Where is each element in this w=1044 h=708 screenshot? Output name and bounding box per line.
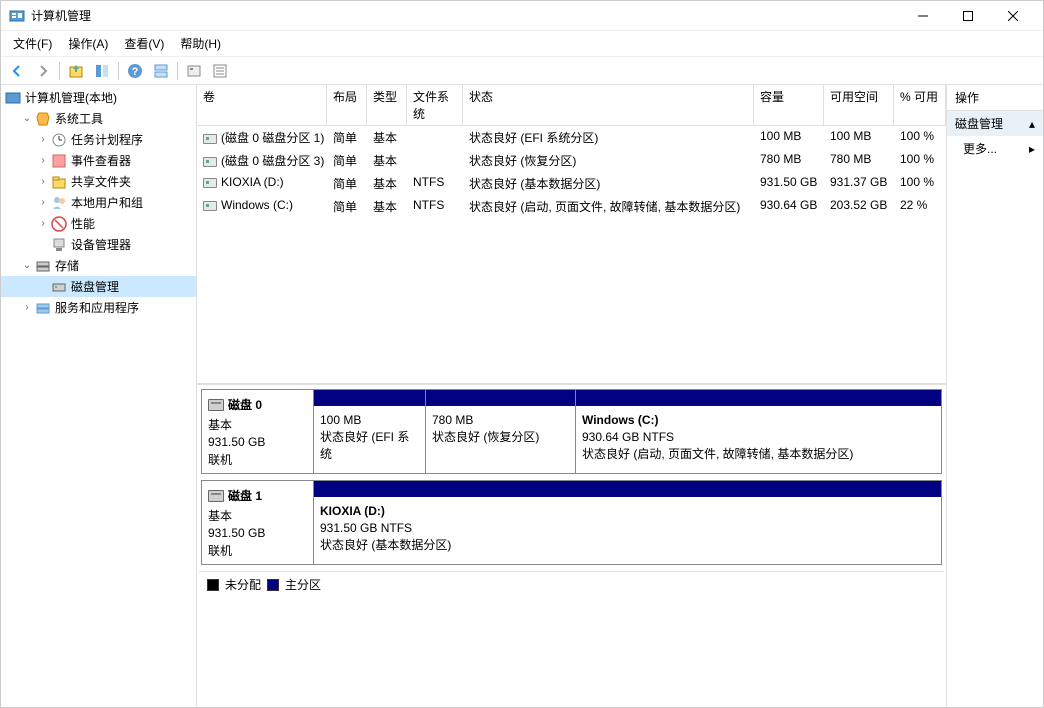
menu-help[interactable]: 帮助(H) xyxy=(172,31,229,56)
volume-row[interactable]: (磁盘 0 磁盘分区 1)简单基本状态良好 (EFI 系统分区)100 MB10… xyxy=(197,126,946,149)
disk-info[interactable]: 磁盘 0基本931.50 GB联机 xyxy=(202,390,314,473)
layout-button[interactable] xyxy=(149,59,173,83)
disk-block: 磁盘 0基本931.50 GB联机100 MB状态良好 (EFI 系统780 M… xyxy=(201,389,942,474)
chevron-right-icon[interactable]: › xyxy=(35,218,51,229)
disk-info[interactable]: 磁盘 1基本931.50 GB联机 xyxy=(202,481,314,564)
main-pane: 卷 布局 类型 文件系统 状态 容量 可用空间 % 可用 (磁盘 0 磁盘分区 … xyxy=(197,85,947,707)
tree-local-users[interactable]: › 本地用户和组 xyxy=(1,192,196,213)
tree-storage[interactable]: ⌄ 存储 xyxy=(1,255,196,276)
partition[interactable]: 100 MB状态良好 (EFI 系统 xyxy=(314,390,426,473)
tree-performance[interactable]: › 性能 xyxy=(1,213,196,234)
chevron-right-icon[interactable]: › xyxy=(35,176,51,187)
menu-view[interactable]: 查看(V) xyxy=(116,31,172,56)
action-more[interactable]: 更多... ▸ xyxy=(947,136,1043,161)
up-button[interactable] xyxy=(64,59,88,83)
disk-icon xyxy=(208,399,224,411)
tree-device-manager[interactable]: 设备管理器 xyxy=(1,234,196,255)
action-group-disk-management[interactable]: 磁盘管理 ▴ xyxy=(947,111,1043,136)
tree-label: 计算机管理(本地) xyxy=(25,89,117,106)
tree-label: 服务和应用程序 xyxy=(55,299,139,316)
col-filesystem[interactable]: 文件系统 xyxy=(407,85,463,125)
volume-row[interactable]: Windows (C:)简单基本NTFS状态良好 (启动, 页面文件, 故障转储… xyxy=(197,195,946,218)
col-type[interactable]: 类型 xyxy=(367,85,407,125)
volume-list-header: 卷 布局 类型 文件系统 状态 容量 可用空间 % 可用 xyxy=(197,85,946,126)
tree-shared-folders[interactable]: › 共享文件夹 xyxy=(1,171,196,192)
volume-list: 卷 布局 类型 文件系统 状态 容量 可用空间 % 可用 (磁盘 0 磁盘分区 … xyxy=(197,85,946,385)
tree-label: 事件查看器 xyxy=(71,152,131,169)
menu-action[interactable]: 操作(A) xyxy=(60,31,116,56)
back-button[interactable] xyxy=(5,59,29,83)
volume-row[interactable]: (磁盘 0 磁盘分区 3)简单基本状态良好 (恢复分区)780 MB780 MB… xyxy=(197,149,946,172)
legend-primary: 主分区 xyxy=(285,576,321,593)
volume-row[interactable]: KIOXIA (D:)简单基本NTFS状态良好 (基本数据分区)931.50 G… xyxy=(197,172,946,195)
tree-services[interactable]: › 服务和应用程序 xyxy=(1,297,196,318)
action-pane: 操作 磁盘管理 ▴ 更多... ▸ xyxy=(947,85,1043,707)
legend: 未分配 主分区 xyxy=(199,571,944,597)
titlebar: 计算机管理 xyxy=(1,1,1043,31)
settings-button[interactable] xyxy=(182,59,206,83)
chevron-right-icon[interactable]: › xyxy=(19,302,35,313)
tree-label: 磁盘管理 xyxy=(71,278,119,295)
tree-event-viewer[interactable]: › 事件查看器 xyxy=(1,150,196,171)
tree-label: 系统工具 xyxy=(55,110,103,127)
help-button[interactable]: ? xyxy=(123,59,147,83)
close-button[interactable] xyxy=(990,1,1035,31)
col-capacity[interactable]: 容量 xyxy=(754,85,824,125)
partition[interactable]: KIOXIA (D:)931.50 GB NTFS状态良好 (基本数据分区) xyxy=(314,481,941,564)
disk-block: 磁盘 1基本931.50 GB联机KIOXIA (D:)931.50 GB NT… xyxy=(201,480,942,565)
tree-label: 本地用户和组 xyxy=(71,194,143,211)
col-status[interactable]: 状态 xyxy=(463,85,754,125)
tree-label: 共享文件夹 xyxy=(71,173,131,190)
view-toggle-button[interactable] xyxy=(90,59,114,83)
app-icon xyxy=(9,8,25,24)
menu-file[interactable]: 文件(F) xyxy=(5,31,60,56)
tree-label: 存储 xyxy=(55,257,79,274)
tree-label: 设备管理器 xyxy=(71,236,131,253)
tree-system-tools[interactable]: ⌄ 系统工具 xyxy=(1,108,196,129)
action-list-button[interactable] xyxy=(208,59,232,83)
disk-graphics: 磁盘 0基本931.50 GB联机100 MB状态良好 (EFI 系统780 M… xyxy=(197,385,946,707)
chevron-right-icon[interactable]: › xyxy=(35,155,51,166)
tree-label: 任务计划程序 xyxy=(71,131,143,148)
legend-unallocated: 未分配 xyxy=(225,576,261,593)
col-free[interactable]: 可用空间 xyxy=(824,85,894,125)
legend-primary-box xyxy=(267,579,279,591)
chevron-right-icon[interactable]: › xyxy=(35,197,51,208)
toolbar: ? xyxy=(1,57,1043,85)
tree-root[interactable]: 计算机管理(本地) xyxy=(1,87,196,108)
tree-label: 性能 xyxy=(71,215,95,232)
chevron-down-icon[interactable]: ⌄ xyxy=(19,260,35,271)
volume-icon xyxy=(203,157,217,167)
action-group-label: 磁盘管理 xyxy=(955,115,1003,132)
action-header: 操作 xyxy=(947,85,1043,111)
window-title: 计算机管理 xyxy=(31,7,900,24)
action-more-label: 更多... xyxy=(963,140,997,157)
minimize-button[interactable] xyxy=(900,1,945,31)
collapse-icon: ▴ xyxy=(1029,117,1035,131)
menubar: 文件(F) 操作(A) 查看(V) 帮助(H) xyxy=(1,31,1043,57)
chevron-right-icon: ▸ xyxy=(1029,142,1035,156)
maximize-button[interactable] xyxy=(945,1,990,31)
chevron-down-icon[interactable]: ⌄ xyxy=(19,113,35,124)
tree-pane: 计算机管理(本地) ⌄ 系统工具 › 任务计划程序 › 事件查看器 › 共享文件… xyxy=(1,85,197,707)
chevron-right-icon[interactable]: › xyxy=(35,134,51,145)
partition[interactable]: Windows (C:)930.64 GB NTFS状态良好 (启动, 页面文件… xyxy=(576,390,941,473)
col-percent[interactable]: % 可用 xyxy=(894,85,946,125)
volume-icon xyxy=(203,201,217,211)
legend-unallocated-box xyxy=(207,579,219,591)
col-layout[interactable]: 布局 xyxy=(327,85,367,125)
volume-icon xyxy=(203,178,217,188)
tree-disk-management[interactable]: 磁盘管理 xyxy=(1,276,196,297)
tree-task-scheduler[interactable]: › 任务计划程序 xyxy=(1,129,196,150)
volume-icon xyxy=(203,134,217,144)
partition[interactable]: 780 MB状态良好 (恢复分区) xyxy=(426,390,576,473)
disk-icon xyxy=(208,490,224,502)
svg-text:?: ? xyxy=(132,66,139,78)
forward-button[interactable] xyxy=(31,59,55,83)
col-volume[interactable]: 卷 xyxy=(197,85,327,125)
